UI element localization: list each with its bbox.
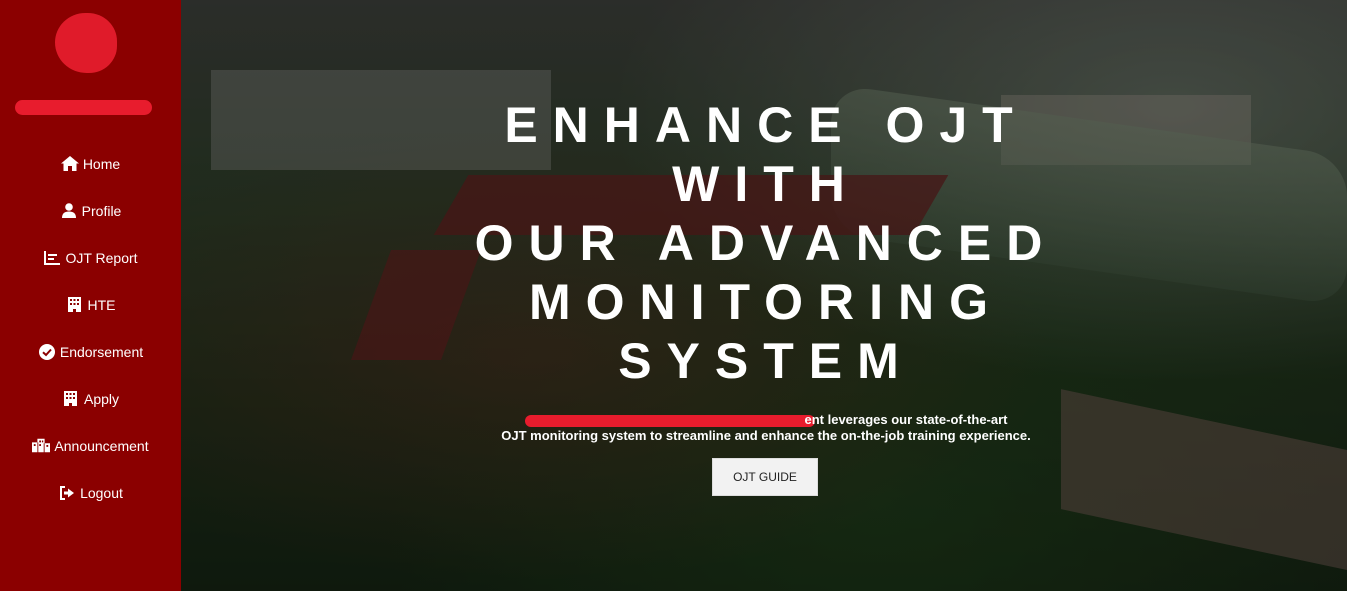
logout-icon [58, 485, 76, 501]
hero-section: ENHANCE OJT WITH OUR ADVANCED MONITORING… [181, 0, 1347, 591]
check-circle-icon [38, 343, 56, 360]
sidebar-item-label: HTE [87, 296, 116, 313]
sidebar-item-profile[interactable]: Profile [0, 187, 181, 234]
sidebar-nav: Home Profile OJT Report HTE Endorsement [0, 140, 181, 516]
headline-line: ENHANCE OJT [504, 97, 1028, 153]
sidebar-item-ojt-report[interactable]: OJT Report [0, 234, 181, 281]
logo-redacted [55, 13, 117, 73]
home-icon [60, 156, 79, 172]
sidebar-item-announcement[interactable]: Announcement [0, 422, 181, 469]
hero-headline: ENHANCE OJT WITH OUR ADVANCED MONITORING… [421, 96, 1111, 391]
sidebar-item-label: Announcement [54, 437, 149, 454]
sidebar-item-label: OJT Report [65, 249, 138, 266]
tagline-line-1-text: ent leverages our state-of-the-art [804, 412, 1008, 427]
user-icon [60, 203, 78, 219]
sidebar-item-hte[interactable]: HTE [0, 281, 181, 328]
brand-name-redacted [15, 100, 152, 115]
hero-tagline: ent leverages our state-of-the-art OJT m… [421, 412, 1111, 444]
sidebar-item-logout[interactable]: Logout [0, 469, 181, 516]
tagline-redaction [524, 414, 815, 427]
sidebar-item-label: Profile [81, 202, 122, 219]
sidebar-item-home[interactable]: Home [0, 140, 181, 187]
headline-line: OUR ADVANCED [474, 215, 1058, 271]
ojt-guide-button[interactable]: OJT GUIDE [712, 458, 818, 496]
sidebar-item-apply[interactable]: Apply [0, 375, 181, 422]
sidebar-item-label: Apply [83, 390, 120, 407]
tagline-line-1: ent leverages our state-of-the-art [421, 412, 1111, 428]
sidebar-item-label: Home [82, 155, 121, 172]
headline-line: MONITORING [528, 274, 1004, 330]
building-icon [62, 391, 80, 407]
sidebar: Home Profile OJT Report HTE Endorsement [0, 0, 181, 591]
report-icon [43, 250, 61, 266]
sidebar-item-label: Logout [80, 484, 123, 501]
building-icon [66, 297, 84, 313]
tagline-line-2: OJT monitoring system to streamline and … [501, 428, 1031, 443]
headline-line: SYSTEM [618, 333, 914, 389]
sidebar-item-endorsement[interactable]: Endorsement [0, 328, 181, 375]
headline-line: WITH [672, 156, 860, 212]
sidebar-item-label: Endorsement [59, 343, 144, 360]
buildings-icon [32, 438, 51, 454]
